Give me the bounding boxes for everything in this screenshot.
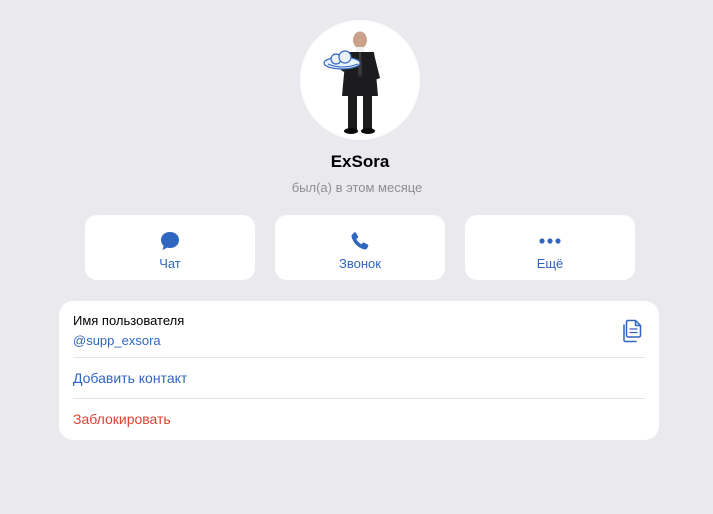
phone-icon <box>275 230 445 252</box>
chat-bubble-icon <box>85 230 255 252</box>
call-button-label: Звонок <box>339 256 381 271</box>
copy-icon[interactable] <box>622 319 644 343</box>
profile-info-card: Имя пользователя @supp_exsora Добавить к… <box>59 301 659 440</box>
chat-button[interactable]: Чат <box>85 215 255 280</box>
more-dots-icon <box>465 230 635 252</box>
block-user-button[interactable]: Заблокировать <box>73 411 171 427</box>
divider <box>73 398 645 399</box>
username-value[interactable]: @supp_exsora <box>73 333 161 348</box>
chat-button-label: Чат <box>159 256 181 271</box>
add-contact-button[interactable]: Добавить контакт <box>73 370 187 386</box>
profile-name: ExSora <box>330 152 390 171</box>
more-button[interactable]: Ещё <box>465 215 635 280</box>
more-button-label: Ещё <box>536 256 564 271</box>
username-label: Имя пользователя <box>73 313 185 328</box>
call-button[interactable]: Звонок <box>275 215 445 280</box>
divider <box>73 357 645 358</box>
profile-avatar[interactable] <box>300 20 420 140</box>
profile-status: был(а) в этом месяце <box>291 180 423 195</box>
